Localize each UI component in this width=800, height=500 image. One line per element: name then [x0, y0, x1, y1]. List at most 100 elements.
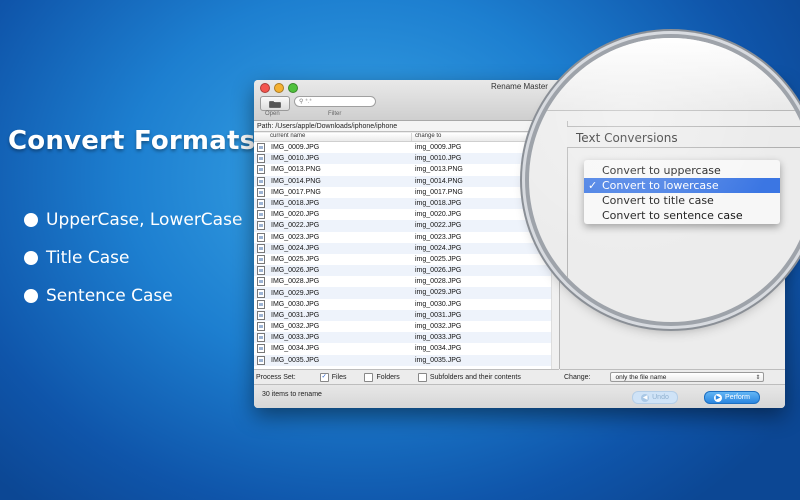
table-body: IMG_0009.JPG img_0009.JPG IMG_0010.JPG img_… [254, 142, 559, 366]
process-set-label: Process Set: [256, 373, 296, 381]
table-row[interactable]: IMG_0034.JPG img_0034.JPG [254, 343, 559, 354]
current-name-text: IMG_0028.JPG [271, 278, 320, 286]
table-row[interactable]: IMG_0033.JPG img_0033.JPG [254, 332, 559, 344]
subfolders-checkbox[interactable] [417, 372, 427, 382]
table-row[interactable]: IMG_0024.JPG img_0024.JPG [254, 242, 559, 254]
current-name-cell: IMG_0018.JPG [254, 198, 412, 209]
bullet-icon [24, 289, 38, 303]
table-row[interactable]: IMG_0023.JPG img_0023.JPG [254, 232, 559, 243]
current-name-text: IMG_0029.JPG [271, 289, 320, 297]
image-file-icon [257, 299, 265, 309]
table-row[interactable]: IMG_0026.JPG img_0026.JPG [254, 265, 559, 277]
table-row[interactable]: IMG_0032.JPG img_0032.JPG [254, 321, 559, 332]
current-name-text: IMG_0013.PNG [271, 166, 321, 174]
menu-item-sentence-case[interactable]: Convert to sentence case [584, 208, 780, 223]
table-header: current name change to [254, 133, 559, 142]
column-current-name[interactable]: current name [254, 133, 412, 141]
change-to-cell: img_0010.JPG [415, 155, 462, 163]
table-row[interactable]: IMG_0035.JPG img_0035.JPG [254, 354, 559, 366]
checkmark-icon: ✓ [588, 179, 598, 192]
table-row[interactable]: IMG_0030.JPG img_0030.JPG [254, 299, 559, 310]
undo-arrow-icon: ◀ [641, 393, 650, 402]
change-to-cell: img_0025.JPG [415, 255, 462, 263]
table-row[interactable]: IMG_0028.JPG img_0028.JPG [254, 276, 559, 287]
chevron-updown-icon: ⇕ [755, 375, 761, 381]
current-name-cell: IMG_0017.PNG [254, 187, 412, 198]
filter-label: Filter [328, 111, 342, 117]
table-row[interactable]: IMG_0018.JPG img_0018.JPG [254, 197, 559, 210]
change-bar: Change: only the file name ⇕ [560, 369, 785, 384]
change-to-cell: img_0035.JPG [415, 356, 462, 364]
table-row[interactable]: IMG_0014.PNG img_0014.PNG [254, 175, 559, 187]
perform-arrow-icon: ▶ [714, 393, 723, 402]
process-set-bar: Process Set: ✓ Files Folders Subfolders … [254, 369, 559, 384]
table-row[interactable]: IMG_0009.JPG img_0009.JPG [254, 142, 559, 153]
files-checkbox[interactable]: ✓ [319, 372, 329, 382]
filter-input[interactable]: ⚲ *.* [294, 96, 376, 107]
status-bar: 30 items to rename ◀ Undo ▶ Perform [254, 384, 785, 408]
change-to-cell: img_0034.JPG [415, 345, 462, 353]
current-name-text: IMG_0032.JPG [271, 323, 320, 331]
status-text: 30 items to rename [262, 391, 322, 398]
image-file-icon [257, 288, 265, 298]
current-name-cell: IMG_0013.PNG [254, 164, 412, 175]
current-name-text: IMG_0035.JPG [271, 356, 320, 364]
menu-item-uppercase[interactable]: Convert to uppercase [584, 163, 780, 178]
current-name-cell: IMG_0033.JPG [254, 332, 412, 343]
change-to-cell: img_0017.PNG [415, 188, 463, 196]
current-name-text: IMG_0031.JPG [271, 311, 320, 319]
current-name-text: IMG_0023.JPG [271, 233, 320, 241]
table-row[interactable]: IMG_0025.JPG img_0025.JPG [254, 254, 559, 265]
files-label: Files [331, 373, 347, 381]
image-file-icon [257, 310, 265, 320]
feature-label: UpperCase, LowerCase [46, 210, 243, 230]
current-name-cell: IMG_0030.JPG [254, 299, 412, 310]
table-row[interactable]: IMG_0017.PNG img_0017.PNG [254, 187, 559, 198]
magnified-toolbar [529, 38, 800, 111]
current-name-text: IMG_0010.JPG [271, 155, 320, 163]
folders-label: Folders [376, 373, 400, 381]
perform-button[interactable]: ▶ Perform [704, 391, 760, 404]
image-file-icon [257, 199, 265, 209]
menu-item-title-case[interactable]: Convert to title case [584, 193, 780, 208]
menu-item-label: Convert to lowercase [602, 179, 719, 192]
menu-item-label: Convert to title case [602, 194, 714, 207]
undo-button[interactable]: ◀ Undo [632, 391, 678, 404]
change-to-cell: img_0030.JPG [415, 300, 462, 308]
change-to-cell: img_0033.JPG [415, 334, 462, 342]
open-button[interactable] [260, 96, 290, 111]
image-file-icon [257, 187, 265, 197]
image-file-icon [257, 254, 265, 264]
table-row[interactable]: IMG_0031.JPG img_0031.JPG [254, 309, 559, 321]
change-to-cell: img_0013.PNG [415, 166, 463, 174]
table-row[interactable]: IMG_0022.JPG img_0022.JPG [254, 220, 559, 232]
current-name-text: IMG_0030.JPG [271, 300, 320, 308]
current-name-text: IMG_0017.PNG [271, 188, 321, 196]
current-name-text: IMG_0018.JPG [271, 200, 320, 208]
current-name-text: IMG_0014.PNG [271, 177, 321, 185]
current-name-text: IMG_0020.JPG [271, 211, 320, 219]
column-change-to[interactable]: change to [412, 133, 441, 141]
path-value: /Users/apple/Downloads/iphone/iphone [275, 123, 398, 130]
image-file-icon [257, 243, 265, 253]
menu-item-lowercase[interactable]: ✓ Convert to lowercase [584, 178, 780, 193]
current-name-cell: IMG_0023.JPG [254, 232, 412, 243]
change-select[interactable]: only the file name ⇕ [610, 372, 765, 382]
table-row[interactable]: IMG_0020.JPG img_0020.JPG [254, 209, 559, 220]
current-name-cell: IMG_0032.JPG [254, 321, 412, 332]
conversion-menu: Convert to uppercase ✓ Convert to lowerca… [584, 160, 780, 224]
image-file-icon [257, 210, 265, 220]
perform-label: Perform [725, 394, 750, 401]
image-file-icon [257, 333, 265, 343]
image-file-icon [257, 154, 265, 164]
current-name-cell: IMG_0025.JPG [254, 254, 412, 265]
folders-checkbox[interactable] [364, 372, 374, 382]
feature-item: UpperCase, LowerCase [24, 210, 242, 230]
table-row[interactable]: IMG_0010.JPG img_0010.JPG [254, 153, 559, 165]
image-file-icon [257, 266, 265, 276]
change-to-cell: img_0024.JPG [415, 244, 462, 252]
current-name-cell: IMG_0026.JPG [254, 265, 412, 276]
table-row[interactable]: IMG_0029.JPG img_0029.JPG [254, 287, 559, 299]
table-row[interactable]: IMG_0013.PNG img_0013.PNG [254, 164, 559, 175]
feature-item: Title Case [24, 248, 129, 268]
